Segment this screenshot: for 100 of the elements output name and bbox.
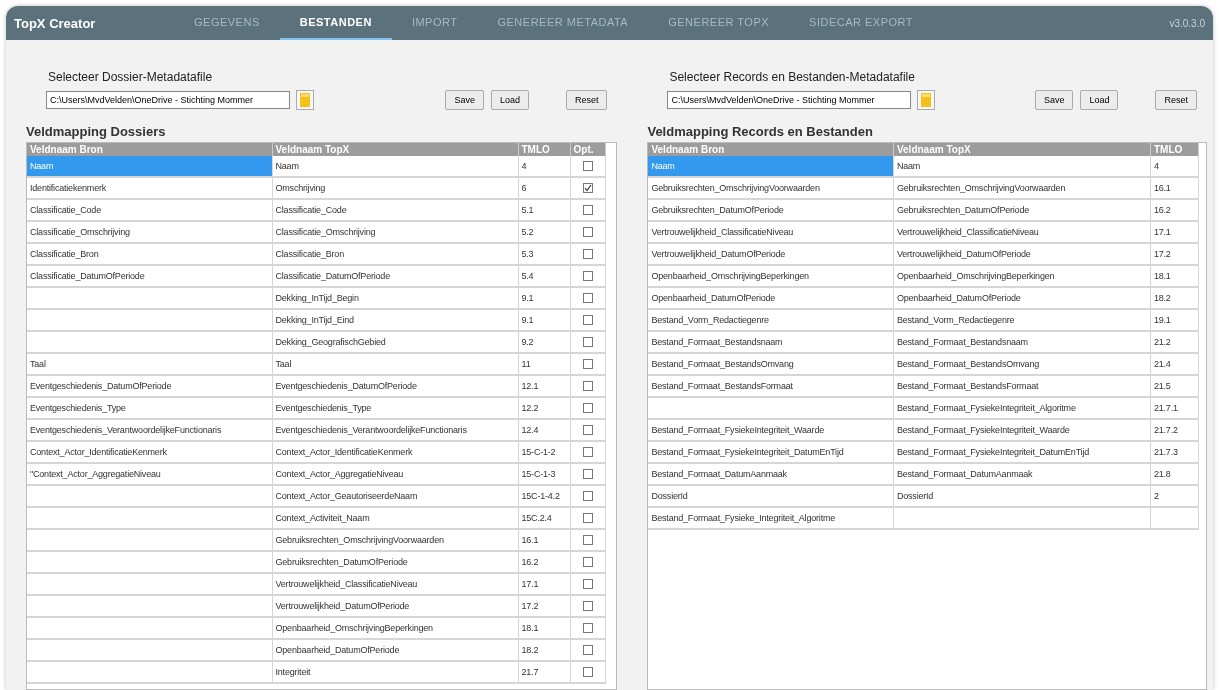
table-cell[interactable]: Classificatie_Code: [27, 199, 272, 221]
table-cell: 16.2: [1150, 199, 1199, 221]
checkbox[interactable]: [582, 491, 593, 501]
checkbox[interactable]: [582, 271, 593, 281]
table-cell: Naam: [272, 156, 518, 177]
checkbox[interactable]: [582, 183, 593, 193]
table-cell: 15C.2.4: [518, 507, 570, 529]
table-cell[interactable]: "Context_Actor_AggregatieNiveau: [27, 463, 272, 485]
table-cell[interactable]: [27, 309, 272, 331]
checkbox[interactable]: [582, 557, 593, 567]
file-path-field[interactable]: C:\Users\MvdVelden\OneDrive - Stichting Mommer: [667, 91, 912, 109]
table-cell[interactable]: [27, 573, 272, 595]
table-cell[interactable]: Openbaarheid_DatumOfPeriode: [648, 287, 894, 309]
checkbox[interactable]: [582, 161, 593, 171]
section-title: Veldmapping Records en Bestanden: [647, 124, 874, 139]
table-cell[interactable]: Bestand_Formaat_DatumAanmaak: [648, 463, 894, 485]
checkbox[interactable]: [582, 315, 593, 325]
table-cell: Vertrouwelijkheid_ClassificatieNiveau: [272, 573, 518, 595]
table-cell[interactable]: Eventgeschiedenis_VerantwoordelijkeFunctionaris: [27, 419, 272, 441]
checkbox[interactable]: [582, 513, 593, 523]
checkbox[interactable]: [582, 249, 593, 259]
checkbox[interactable]: [582, 667, 593, 677]
folder-icon: [300, 93, 310, 107]
table-cell: 21.8: [1150, 463, 1199, 485]
table-cell: Dekking_GeografischGebied: [272, 331, 518, 353]
table-cell[interactable]: Context_Actor_IdentificatieKenmerk: [27, 441, 272, 463]
table-cell: Gebruiksrechten_OmschrijvingVoorwaarden: [893, 177, 1151, 199]
table-cell[interactable]: [27, 529, 272, 551]
table-cell[interactable]: DossierId: [648, 485, 894, 507]
table-cell: [1150, 507, 1199, 529]
table-cell[interactable]: Vertrouwelijkheid_DatumOfPeriode: [648, 243, 894, 265]
checkbox[interactable]: [582, 403, 593, 413]
table-cell[interactable]: Bestand_Formaat_BestandsFormaat: [648, 375, 894, 397]
checkbox[interactable]: [582, 381, 593, 391]
table-cell[interactable]: Classificatie_Omschrijving: [27, 221, 272, 243]
section-title: Veldmapping Dossiers: [26, 124, 167, 139]
checkbox[interactable]: [582, 579, 593, 589]
table-cell: 5.3: [518, 243, 570, 265]
table-cell[interactable]: Bestand_Formaat_FysiekeIntegriteit_Waarde: [648, 419, 894, 441]
checkbox[interactable]: [582, 425, 593, 435]
file-path-field[interactable]: C:\Users\MvdVelden\OneDrive - Stichting Mommer: [46, 91, 290, 109]
table-cell: Classificatie_DatumOfPeriode: [272, 265, 518, 287]
table-cell[interactable]: Bestand_Formaat_Fysieke_Integriteit_Algoritme: [648, 507, 894, 529]
load-button[interactable]: Load: [1080, 90, 1119, 110]
table-cell: Openbaarheid_DatumOfPeriode: [272, 639, 518, 661]
table-cell: 16.2: [518, 551, 570, 573]
checkbox[interactable]: [582, 359, 593, 369]
table-cell: 12.2: [518, 397, 570, 419]
table-cell[interactable]: Eventgeschiedenis_Type: [27, 397, 272, 419]
table-cell: 5.4: [518, 265, 570, 287]
table-cell[interactable]: [27, 661, 272, 683]
table-cell[interactable]: Taal: [27, 353, 272, 375]
reset-button[interactable]: Reset: [1155, 90, 1197, 110]
table-cell[interactable]: [27, 617, 272, 639]
table-cell[interactable]: Bestand_Formaat_BestandsOmvang: [648, 353, 894, 375]
checkbox[interactable]: [582, 205, 593, 215]
table-cell: 21.5: [1150, 375, 1199, 397]
checkbox[interactable]: [582, 447, 593, 457]
reset-button[interactable]: Reset: [565, 90, 608, 110]
table-cell[interactable]: Gebruiksrechten_OmschrijvingVoorwaarden: [648, 177, 894, 199]
table-cell[interactable]: Identificatiekenmerk: [27, 177, 272, 199]
table-cell[interactable]: Eventgeschiedenis_DatumOfPeriode: [27, 375, 272, 397]
checkbox[interactable]: [582, 293, 593, 303]
table-cell: 11: [518, 353, 570, 375]
table-cell[interactable]: Bestand_Formaat_Bestandsnaam: [648, 331, 894, 353]
checkbox[interactable]: [582, 337, 593, 347]
table-cell: 18.1: [1150, 265, 1199, 287]
table-cell[interactable]: Bestand_Vorm_Redactiegenre: [648, 309, 894, 331]
table-cell: Bestand_Formaat_FysiekeIntegriteit_Waarde: [893, 419, 1151, 441]
checkbox[interactable]: [582, 535, 593, 545]
table-cell: 9.1: [518, 287, 570, 309]
load-button[interactable]: Load: [490, 90, 529, 110]
checkbox[interactable]: [582, 601, 593, 611]
checkbox[interactable]: [582, 227, 593, 237]
table-cell: 2: [1150, 485, 1199, 507]
table-cell[interactable]: [27, 639, 272, 661]
table-cell[interactable]: [27, 331, 272, 353]
table-cell: Bestand_Formaat_Bestandsnaam: [893, 331, 1151, 353]
table-cell: 5.2: [518, 221, 570, 243]
save-button[interactable]: Save: [1034, 90, 1074, 110]
table-cell[interactable]: [27, 551, 272, 573]
table-cell: Bestand_Vorm_Redactiegenre: [893, 309, 1151, 331]
save-button[interactable]: Save: [445, 90, 484, 110]
checkbox[interactable]: [582, 645, 593, 655]
table-cell[interactable]: [648, 397, 894, 419]
table-cell[interactable]: Classificatie_Bron: [27, 243, 272, 265]
checkbox[interactable]: [582, 469, 593, 479]
nav-tab[interactable]: BESTANDEN: [279, 6, 392, 40]
table-cell[interactable]: Classificatie_DatumOfPeriode: [27, 265, 272, 287]
checkbox[interactable]: [582, 623, 593, 633]
table-cell[interactable]: [27, 287, 272, 309]
table-cell[interactable]: Gebruiksrechten_DatumOfPeriode: [648, 199, 894, 221]
table-cell[interactable]: Openbaarheid_OmschrijvingBeperkingen: [648, 265, 894, 287]
table-cell[interactable]: [27, 485, 272, 507]
table-cell[interactable]: [27, 507, 272, 529]
table-cell[interactable]: [27, 595, 272, 617]
table-cell: Bestand_Formaat_FysiekeIntegriteit_Algoritme: [893, 397, 1151, 419]
table-cell[interactable]: Vertrouwelijkheid_ClassificatieNiveau: [648, 221, 894, 243]
table-cell[interactable]: Bestand_Formaat_FysiekeIntegriteit_DatumEnTijd: [648, 441, 894, 463]
table-cell: 18.2: [518, 639, 570, 661]
